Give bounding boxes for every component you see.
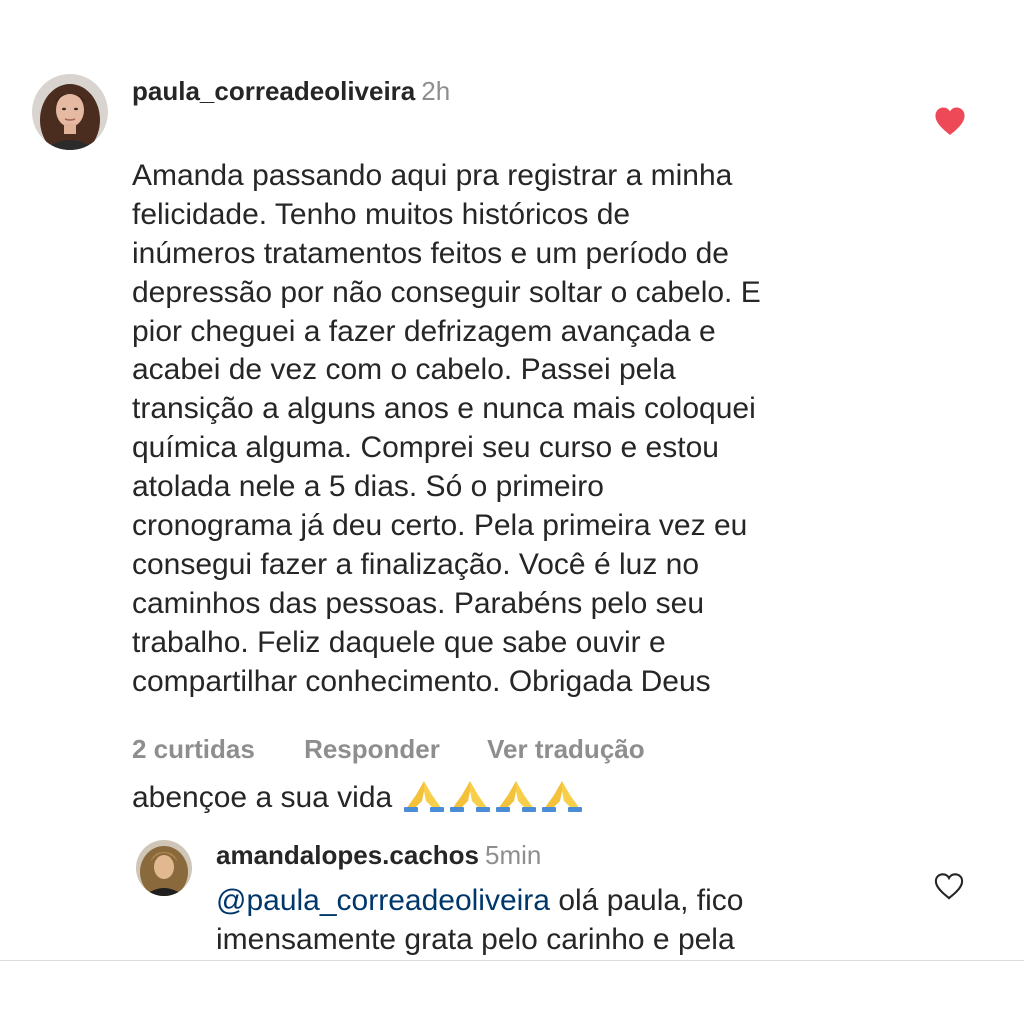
avatar-image [32,74,108,150]
timestamp: 2h [421,76,451,106]
reply-button[interactable]: Responder [304,734,440,765]
like-button[interactable] [934,106,966,136]
comment-text: @paula_correadeoliveira olá paula, fico … [216,882,916,960]
praying-hands-icon [496,781,537,813]
avatar[interactable] [136,840,192,896]
comment-body: olá paula, fico [549,884,744,917]
comment-body-line2: imensamente grata pelo carinho e pela [216,922,735,956]
translate-button[interactable]: Ver tradução [487,734,645,765]
username[interactable]: amandalopes.cachos [216,840,479,870]
avatar[interactable] [32,74,108,150]
avatar-image [136,840,192,896]
praying-hands-icon [542,781,583,813]
comment-header: paula_correadeoliveira 2h [132,76,450,107]
heart-filled-icon [935,107,965,135]
comment-text: Amanda passando aqui pra registrar a min… [132,118,922,818]
emoji-row [402,779,584,813]
comment-header: amandalopes.cachos 5min [216,840,541,871]
heart-outline-icon [934,873,964,900]
reply-comment: amandalopes.cachos 5min @paula_correadeol… [0,820,1024,960]
comment-actions: 2 curtidas Responder Ver tradução [132,734,645,765]
likes-count[interactable]: 2 curtidas [132,734,255,765]
comment-body: Amanda passando aqui pra registrar a min… [132,158,761,698]
divider [0,960,1024,961]
timestamp: 5min [485,840,542,870]
like-button[interactable] [934,872,964,900]
comment: paula_correadeoliveira 2h Amanda passando… [0,0,1024,814]
comment-last-line: abençoe a sua vida [132,781,393,815]
mention-link[interactable]: @paula_correadeoliveira [216,884,550,917]
praying-hands-icon [450,781,491,813]
username[interactable]: paula_correadeoliveira [132,76,415,106]
praying-hands-icon [404,781,445,813]
